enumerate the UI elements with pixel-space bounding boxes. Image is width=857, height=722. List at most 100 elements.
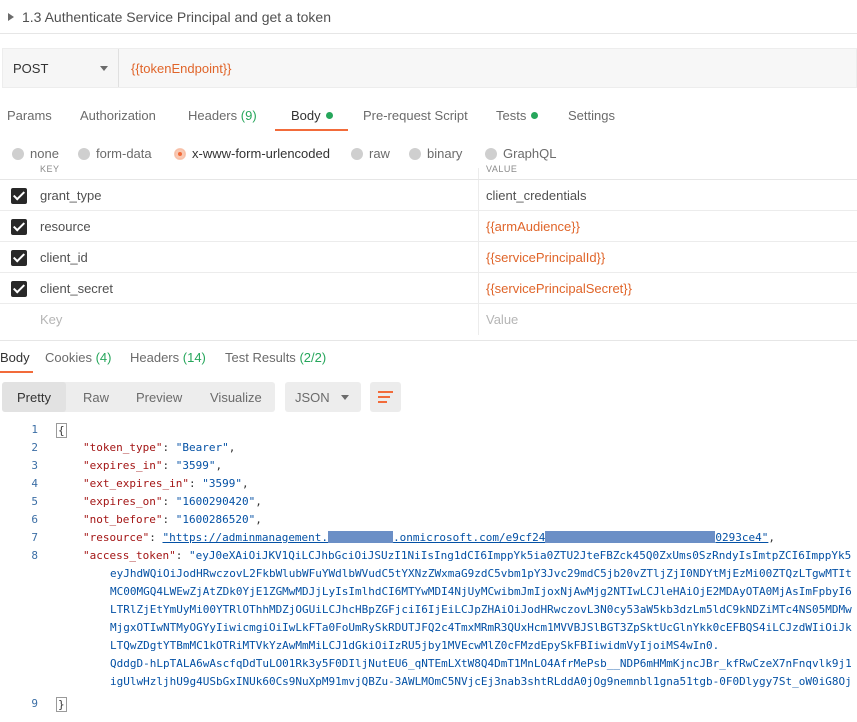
response-tab-cookies[interactable]: Cookies (4): [45, 350, 111, 365]
new-row: Key Value: [0, 304, 857, 335]
line-content: LTQwZDgtYTBmMC1kOTRiMTVkYzAwMmMiLCJ1dGki…: [110, 639, 719, 652]
tab-tests[interactable]: Tests: [496, 108, 539, 123]
json-key: "not_before": [83, 513, 163, 526]
row-key[interactable]: resource: [40, 219, 91, 234]
radio-urlencoded[interactable]: x-www-form-urlencoded: [174, 146, 330, 161]
json-string: "1600290420": [175, 495, 256, 508]
line-content: "token_type": "Bearer",: [83, 441, 236, 454]
response-tab-body[interactable]: Body: [0, 350, 30, 365]
line-content: igUlwHzljhU9g4USbGxINUk60Cs9NuXpM91mvjQB…: [110, 675, 852, 688]
response-json-view[interactable]: 1 { 2 "token_type": "Bearer", 3 "expires…: [0, 420, 857, 722]
row-value[interactable]: client_credentials: [486, 188, 586, 203]
line-content: QddgD-hLpTALA6wAscfqDdTuLO01Rk3y5F0DIljN…: [110, 657, 852, 670]
json-key: "token_type": [83, 441, 163, 454]
tab-authorization[interactable]: Authorization: [80, 108, 156, 123]
redacted-block: [545, 531, 716, 543]
tab-settings[interactable]: Settings: [568, 108, 615, 123]
tab-prerequest-script[interactable]: Pre-request Script: [363, 108, 468, 123]
json-link[interactable]: .onmicrosoft.com/e9cf24: [393, 531, 545, 544]
radio-binary[interactable]: binary: [409, 146, 462, 161]
expand-triangle-icon[interactable]: [8, 12, 14, 21]
key-input[interactable]: Key: [40, 312, 62, 327]
wrap-lines-icon[interactable]: [370, 382, 401, 412]
json-key: "ext_expires_in": [83, 477, 189, 490]
radio-circle-icon: [351, 147, 363, 160]
radio-circle-icon: [485, 147, 497, 160]
row-value[interactable]: {{armAudience}}: [486, 219, 580, 234]
line-number: 3: [31, 459, 38, 472]
body-mode-radios: none form-data x-www-form-urlencoded raw…: [0, 140, 857, 166]
value-column-header: VALUE: [486, 164, 518, 174]
json-key: "resource": [83, 531, 150, 544]
line-number: 2: [31, 441, 38, 454]
row-checkbox[interactable]: [11, 188, 27, 204]
request-title-bar[interactable]: 1.3 Authenticate Service Principal and g…: [0, 0, 857, 34]
line-content: "expires_on": "1600290420",: [83, 495, 262, 508]
response-tab-headers[interactable]: Headers (14): [130, 350, 206, 365]
response-tab-test-results[interactable]: Test Results (2/2): [225, 350, 326, 365]
tab-headers-label: Headers: [188, 108, 238, 123]
radio-binary-label: binary: [427, 146, 463, 161]
json-string: "1600286520": [175, 513, 256, 526]
view-visualize[interactable]: Visualize: [210, 390, 262, 405]
line-content: }: [56, 697, 67, 712]
tab-headers[interactable]: Headers (9): [188, 108, 257, 123]
tab-body-label: Body: [291, 108, 321, 123]
row-key[interactable]: client_secret: [40, 281, 113, 296]
line-number: 7: [31, 531, 38, 544]
radio-graphql[interactable]: GraphQL: [485, 146, 556, 161]
row-checkbox[interactable]: [11, 281, 27, 297]
close-brace: }: [56, 697, 67, 712]
radio-raw-label: raw: [369, 146, 390, 161]
response-view-bar: Pretty Raw Preview Visualize JSON: [0, 382, 857, 412]
row-checkbox[interactable]: [11, 219, 27, 235]
response-tabs: Body Cookies (4) Headers (14) Test Resul…: [0, 340, 857, 373]
key-column-header: KEY: [40, 164, 60, 174]
tab-body[interactable]: Body: [291, 108, 333, 123]
response-active-underline: [0, 371, 33, 373]
test-results-label: Test Results: [225, 350, 296, 365]
active-tab-underline: [275, 129, 348, 131]
row-key[interactable]: grant_type: [40, 188, 101, 203]
method-select[interactable]: POST: [3, 49, 119, 87]
row-value[interactable]: {{servicePrincipalSecret}}: [486, 281, 632, 296]
row-checkbox[interactable]: [11, 250, 27, 266]
column-divider: [478, 242, 479, 272]
method-label: POST: [13, 60, 49, 76]
json-link[interactable]: "https://adminmanagement.: [162, 531, 328, 544]
view-preview[interactable]: Preview: [136, 390, 182, 405]
response-headers-count: (14): [182, 350, 206, 365]
line-number: 6: [31, 513, 38, 526]
json-string: LTQwZDgtYTBmMC1kOTRiMTVkYzAwMmMiLCJ1dGki…: [110, 639, 720, 652]
json-link[interactable]: 0293ce4": [715, 531, 768, 544]
view-pretty[interactable]: Pretty: [17, 390, 51, 405]
row-value[interactable]: {{servicePrincipalId}}: [486, 250, 605, 265]
line-content: "resource": "https://adminmanagement. .on…: [83, 531, 775, 544]
headers-count: (9): [240, 108, 257, 123]
tests-indicator-dot: [531, 112, 539, 119]
row-key[interactable]: client_id: [40, 250, 88, 265]
json-string: igUlwHzljhU9g4USbGxINUk60Cs9NuXpM91mvjQB…: [110, 675, 852, 688]
url-input[interactable]: {{tokenEndpoint}}: [119, 49, 856, 87]
tab-params[interactable]: Params: [7, 108, 52, 123]
radio-urlencoded-label: x-www-form-urlencoded: [192, 146, 330, 161]
table-row: resource {{armAudience}}: [0, 211, 857, 242]
request-title: 1.3 Authenticate Service Principal and g…: [22, 8, 331, 25]
view-raw[interactable]: Raw: [83, 390, 109, 405]
radio-circle-icon: [409, 147, 421, 160]
line-content: MC00MGQ4LWEwZjAtZDk0YjE1ZGMwMDJjLyIsImlh…: [110, 585, 852, 598]
json-string: eyJhdWQiOiJodHRwczovL2FkbWlubWFuYWdlbWVu…: [110, 567, 852, 580]
radio-none-label: none: [30, 146, 59, 161]
json-key: "expires_in": [83, 459, 163, 472]
radio-none[interactable]: none: [12, 146, 59, 161]
test-results-count: (2/2): [299, 350, 327, 365]
value-input[interactable]: Value: [486, 312, 518, 327]
radio-circle-icon: [12, 147, 24, 160]
column-divider: [478, 180, 479, 210]
table-row: grant_type client_credentials: [0, 180, 857, 211]
radio-raw[interactable]: raw: [351, 146, 390, 161]
radio-form-data[interactable]: form-data: [78, 146, 152, 161]
format-select[interactable]: JSON: [285, 382, 361, 412]
json-string: MC00MGQ4LWEwZjAtZDk0YjE1ZGMwMDJjLyIsImlh…: [110, 585, 852, 598]
format-label: JSON: [295, 389, 330, 405]
